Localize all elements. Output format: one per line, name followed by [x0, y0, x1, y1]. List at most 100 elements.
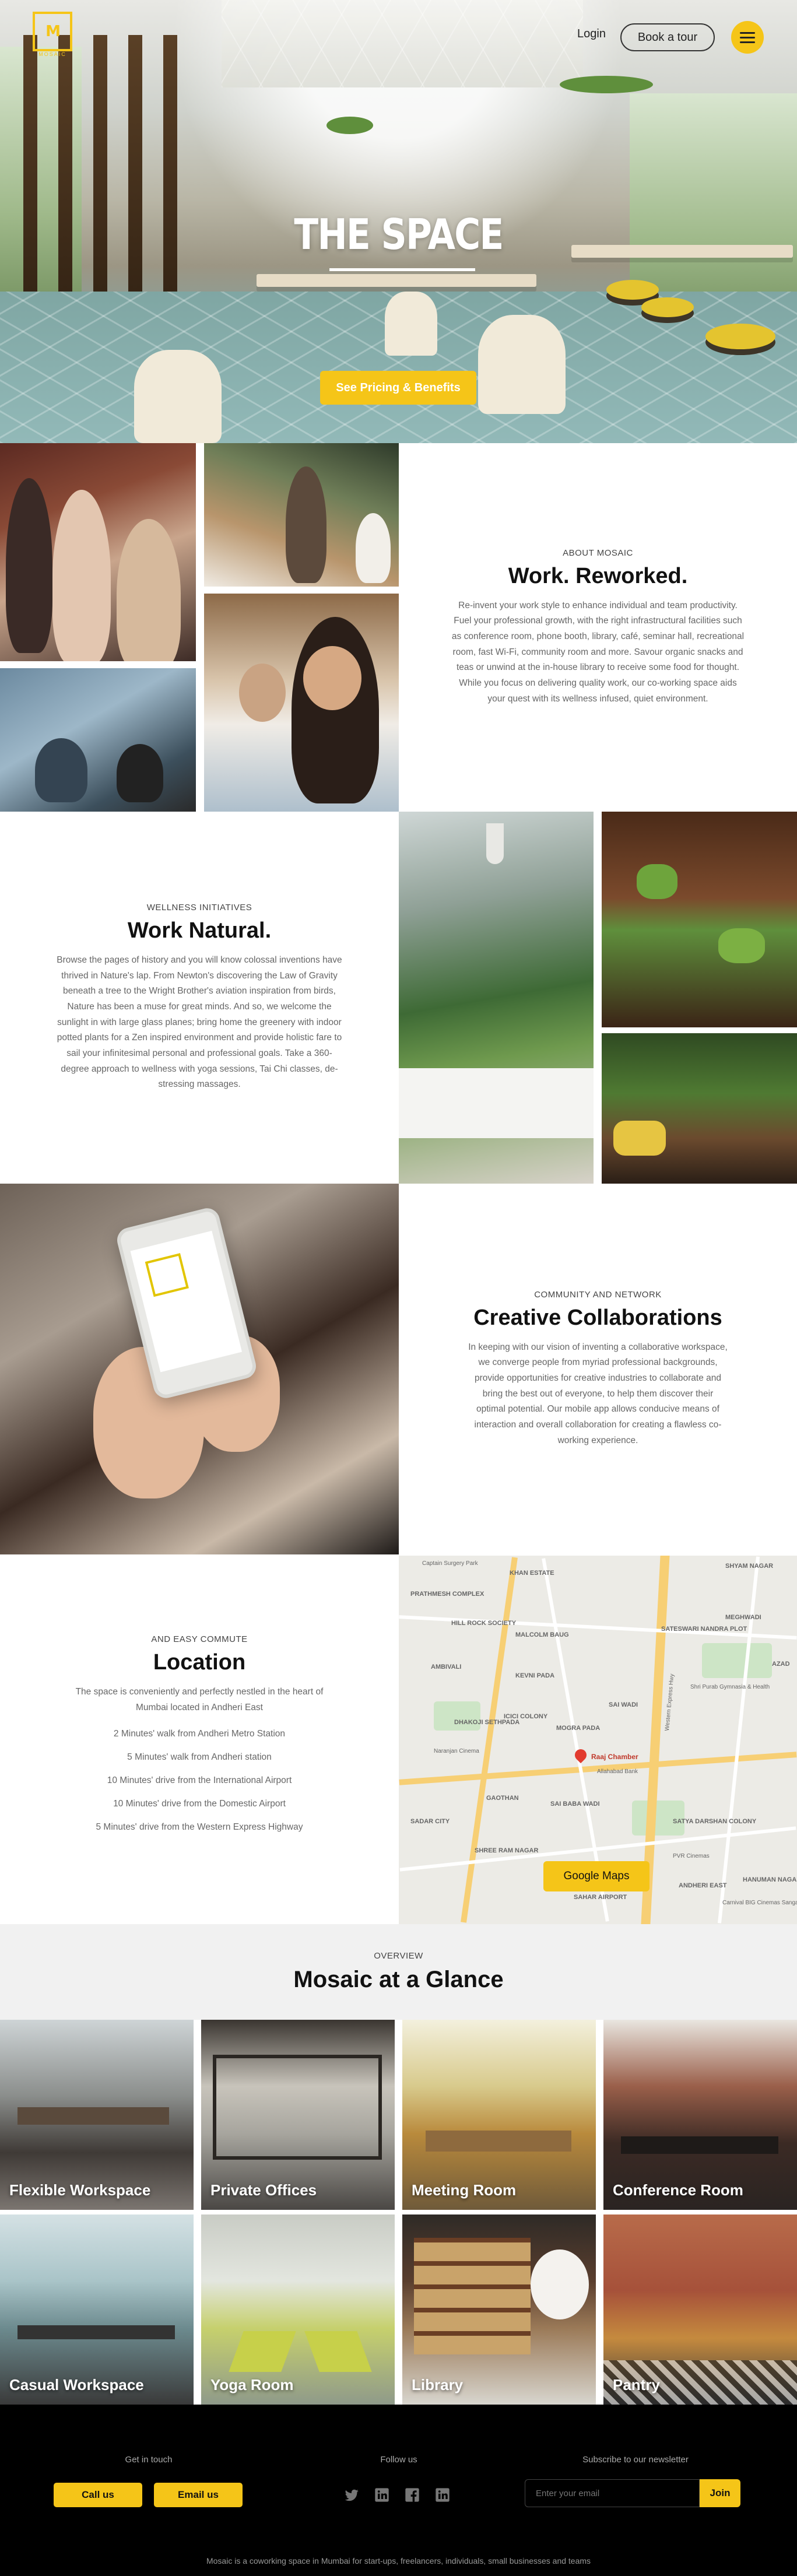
google-maps-button[interactable]: Google Maps [543, 1861, 649, 1891]
menu-button[interactable] [731, 21, 764, 54]
bookshelf-decor [414, 2238, 531, 2354]
newsletter-join-button[interactable]: Join [700, 2479, 740, 2507]
map-label: PRATHMESH COMPLEX [410, 1591, 484, 1598]
twitter-icon[interactable] [342, 2485, 361, 2505]
park-area [434, 1701, 480, 1731]
about-body: Re-invent your work style to enhance ind… [451, 600, 745, 704]
person-figure [117, 519, 181, 661]
table-decor [621, 2136, 778, 2154]
person-figure [117, 744, 163, 802]
main-road [461, 1557, 518, 1923]
plant-decor [718, 928, 765, 963]
commute-item: 5 Minutes' drive from the Western Expres… [96, 1822, 303, 1832]
map-label: SAHAR AIRPORT [574, 1894, 627, 1901]
map-label: ANDHERI EAST [679, 1882, 727, 1889]
commute-item: 10 Minutes' drive from the International… [107, 1775, 292, 1785]
hamburger-icon [740, 36, 755, 38]
map-label: Carnival BIG Cinemas Sangam [722, 1900, 797, 1906]
mosaic-logo[interactable]: M MOSAIC [33, 12, 72, 57]
tile-private-offices[interactable]: Private Offices [201, 2020, 395, 2210]
map-label: SADAR CITY [410, 1818, 450, 1825]
map-label: Allahabad Bank [597, 1768, 638, 1775]
map-label: Captain Surgery Park [422, 1560, 478, 1567]
commute-list: 2 Minutes' walk from Andheri Metro Stati… [96, 1729, 303, 1845]
map-label: MOGRA PADA [556, 1725, 601, 1732]
tile-meeting-room[interactable]: Meeting Room [402, 2020, 596, 2210]
linkedin-icon[interactable] [433, 2485, 452, 2505]
hero-section: M MOSAIC Login Book a tour THE SPACE See… [0, 0, 797, 443]
tile-pantry[interactable]: Pantry [603, 2214, 797, 2405]
map-label: SAI WADI [609, 1701, 638, 1708]
tile-caption: Pantry [613, 2376, 660, 2393]
commute-item: 5 Minutes' walk from Andheri station [127, 1752, 272, 1762]
smiling-woman-photo [204, 594, 399, 812]
chair-decor [478, 315, 566, 414]
map-label: SHREE RAM NAGAR [475, 1847, 539, 1854]
hero-title-underline [329, 268, 475, 271]
login-link[interactable]: Login [577, 27, 606, 41]
person-figure [52, 490, 111, 661]
team-photo [0, 443, 196, 661]
tile-casual-workspace[interactable]: Casual Workspace [0, 2214, 194, 2405]
follow-us-heading: Follow us [380, 2455, 417, 2465]
footer-tagline: Mosaic is a coworking space in Mumbai fo… [206, 2556, 591, 2566]
tile-caption: Library [412, 2376, 464, 2393]
map-label: SATYA DARSHAN COLONY [673, 1818, 757, 1825]
tile-caption: Conference Room [613, 2181, 743, 2199]
overview-heading: Mosaic at a Glance [293, 1967, 504, 1992]
tile-caption: Yoga Room [210, 2376, 294, 2393]
map-pin-label: Raaj Chamber [591, 1753, 638, 1761]
tile-caption: Private Offices [210, 2181, 317, 2199]
commute-item: 10 Minutes' drive from the Domestic Airp… [113, 1798, 286, 1809]
desk-decor [17, 2107, 169, 2125]
map-label: Shri Purab Gymnasia & Health [690, 1684, 770, 1690]
map-label: SHYAM NAGAR [725, 1563, 774, 1570]
glass-partition-decor [213, 2055, 382, 2160]
map-label: SAI BABA WADI [550, 1801, 600, 1808]
mobile-app-photo [0, 1184, 399, 1554]
newsletter-email-input[interactable] [525, 2479, 700, 2507]
lamp-decor [486, 823, 504, 864]
map-label: MALCOLM BAUG [515, 1631, 569, 1638]
plant-shelves-photo [602, 812, 797, 1027]
chair-decor [385, 292, 437, 356]
community-section: COMMUNITY AND NETWORK Creative Collabora… [399, 1184, 797, 1554]
about-section: ABOUT MOSAIC Work. Reworked. Re-invent y… [399, 443, 797, 812]
facebook-icon[interactable] [402, 2485, 422, 2505]
phone-screen [130, 1230, 243, 1373]
cafe-photo [204, 443, 399, 587]
map-label: Western Express Hwy [664, 1673, 676, 1731]
app-logo-icon [145, 1253, 189, 1297]
community-heading: Creative Collaborations [473, 1305, 722, 1330]
tile-flexible-workspace[interactable]: Flexible Workspace [0, 2020, 194, 2210]
tile-yoga-room[interactable]: Yoga Room [201, 2214, 395, 2405]
chair-decor [134, 350, 222, 443]
wellness-eyebrow: WELLNESS INITIATIVES [146, 903, 252, 913]
wellness-heading: Work Natural. [127, 918, 272, 943]
pouf-decor [606, 280, 659, 300]
overview-header: OVERVIEW Mosaic at a Glance [0, 1924, 797, 2020]
map-label: KHAN ESTATE [510, 1570, 554, 1577]
park-area [702, 1643, 772, 1678]
sofa-decor [399, 1068, 594, 1138]
plant-decor [560, 76, 653, 93]
about-eyebrow: ABOUT MOSAIC [563, 548, 633, 558]
pricing-benefits-button[interactable]: See Pricing & Benefits [320, 371, 476, 405]
tile-library[interactable]: Library [402, 2214, 596, 2405]
tile-conference-room[interactable]: Conference Room [603, 2020, 797, 2210]
location-body: The space is conveniently and perfectly … [75, 1687, 324, 1712]
email-us-button[interactable]: Email us [154, 2483, 243, 2507]
person-figure [356, 513, 391, 583]
map-label: HANUMAN NAGAR [743, 1876, 797, 1883]
person-figure [35, 738, 87, 802]
newsletter-heading: Subscribe to our newsletter [582, 2455, 689, 2465]
linkedin-icon[interactable] [372, 2485, 392, 2505]
meeting-photo [0, 668, 196, 812]
face-figure [239, 664, 286, 722]
call-us-button[interactable]: Call us [54, 2483, 142, 2507]
community-body: In keeping with our vision of inventing … [468, 1342, 728, 1445]
map-label: PVR Cinemas [673, 1853, 710, 1859]
book-tour-button[interactable]: Book a tour [620, 23, 715, 51]
overview-eyebrow: OVERVIEW [374, 1951, 423, 1961]
person-figure [286, 466, 326, 583]
